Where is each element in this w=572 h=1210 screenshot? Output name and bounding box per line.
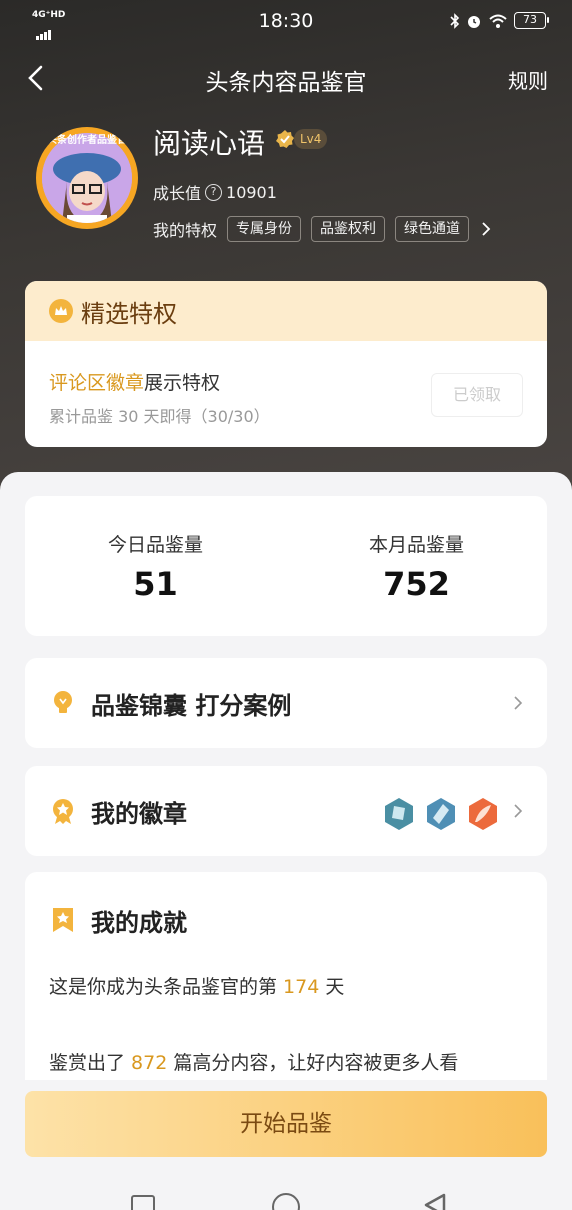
star-bookmark-icon bbox=[53, 908, 73, 932]
growth-value: 10901 bbox=[226, 182, 277, 202]
lightbulb-icon bbox=[54, 691, 72, 713]
back-triangle-icon[interactable] bbox=[420, 1191, 448, 1210]
month-value: 752 bbox=[383, 565, 450, 603]
system-nav-bar bbox=[0, 1185, 572, 1210]
today-label: 今日品鉴量 bbox=[107, 534, 203, 556]
achievement-count-pre: 鉴赏出了 bbox=[49, 1052, 132, 1074]
claimed-button[interactable]: 已领取 bbox=[431, 373, 523, 417]
privileges-row: 我的特权 专属身份 品鉴权利 绿色通道 bbox=[153, 216, 493, 242]
privilege-tag[interactable]: 绿色通道 bbox=[395, 216, 470, 242]
growth-label: 成长值 bbox=[153, 184, 202, 203]
avatar-ring-text: 头条创作者品鉴官 bbox=[47, 135, 127, 146]
month-stat: 本月品鉴量 752 bbox=[286, 530, 547, 603]
privilege-card-title: 精选特权 bbox=[81, 299, 177, 328]
wifi-icon bbox=[489, 14, 507, 28]
privilege-card: 精选特权 评论区徽章展示特权 累计品鉴 30 天即得（30/30） 已领取 bbox=[25, 281, 547, 447]
question-icon[interactable]: ? bbox=[205, 183, 223, 201]
page-title: 头条内容品鉴官 bbox=[205, 70, 367, 96]
bluetooth-icon bbox=[450, 12, 460, 29]
achievement-days-num: 174 bbox=[283, 976, 320, 998]
medal-icon bbox=[53, 799, 73, 824]
privilege-desc-rest: 展示特权 bbox=[144, 372, 221, 394]
achievement-days-pre: 这是你成为头条品鉴官的第 bbox=[49, 976, 284, 998]
badges-row[interactable]: 我的徽章 bbox=[25, 766, 547, 856]
rules-link[interactable]: 规则 bbox=[508, 65, 548, 94]
badge-icons bbox=[381, 796, 501, 832]
achievement-count-post: 篇高分内容，让好内容被更多人看 bbox=[167, 1052, 459, 1074]
level-badge: Lv4 bbox=[294, 129, 328, 149]
achievement-count: 鉴赏出了 872 篇高分内容，让好内容被更多人看 bbox=[49, 1048, 458, 1075]
crystal-badge-icon bbox=[385, 798, 413, 830]
verified-icon bbox=[276, 130, 294, 148]
achievement-days-post: 天 bbox=[319, 976, 345, 998]
chevron-right-icon bbox=[514, 696, 523, 710]
growth-row: 成长值 ? 10901 bbox=[153, 180, 277, 204]
alarm-icon bbox=[468, 15, 480, 28]
username: 阅读心语 bbox=[153, 127, 266, 160]
battery-icon: 73 bbox=[514, 12, 549, 29]
privileges-label: 我的特权 bbox=[153, 221, 218, 240]
crown-icon bbox=[49, 299, 73, 323]
home-icon[interactable] bbox=[272, 1193, 300, 1210]
tips-title: 品鉴锦囊 打分案例 bbox=[91, 691, 292, 720]
achievement-count-num: 872 bbox=[131, 1052, 168, 1074]
start-review-button[interactable]: 开始品鉴 bbox=[25, 1091, 547, 1157]
achievements-card: 我的成就 这是你成为头条品鉴官的第 174 天 鉴赏出了 872 篇高分内容，让… bbox=[25, 872, 547, 1112]
nav-bar: 头条内容品鉴官 规则 bbox=[0, 55, 572, 101]
today-stat: 今日品鉴量 51 bbox=[25, 530, 286, 603]
diamond-badge-icon bbox=[427, 798, 455, 830]
achievements-header: 我的成就 bbox=[25, 872, 547, 968]
privilege-condition: 累计品鉴 30 天即得（30/30） bbox=[49, 407, 270, 426]
achievements-title: 我的成就 bbox=[91, 908, 187, 937]
tips-row[interactable]: 品鉴锦囊 打分案例 bbox=[25, 658, 547, 748]
feather-badge-icon bbox=[469, 798, 497, 830]
privilege-tag[interactable]: 品鉴权利 bbox=[311, 216, 386, 242]
recent-apps-icon[interactable] bbox=[131, 1195, 155, 1210]
status-bar: 4G⁺HD 18:30 73 bbox=[0, 0, 572, 44]
achievement-days: 这是你成为头条品鉴官的第 174 天 bbox=[49, 972, 344, 999]
today-value: 51 bbox=[133, 565, 178, 603]
privilege-tag[interactable]: 专属身份 bbox=[227, 216, 302, 242]
stats-card: 今日品鉴量 51 本月品鉴量 752 bbox=[25, 496, 547, 636]
avatar[interactable]: 头条创作者品鉴官 bbox=[36, 127, 138, 229]
chevron-right-icon[interactable] bbox=[479, 222, 493, 236]
privilege-highlight: 评论区徽章 bbox=[49, 372, 145, 394]
month-label: 本月品鉴量 bbox=[368, 534, 464, 556]
chevron-right-icon bbox=[514, 804, 523, 818]
badges-title: 我的徽章 bbox=[91, 799, 187, 828]
privilege-description: 评论区徽章展示特权 bbox=[49, 368, 220, 395]
avatar-image bbox=[42, 133, 132, 223]
